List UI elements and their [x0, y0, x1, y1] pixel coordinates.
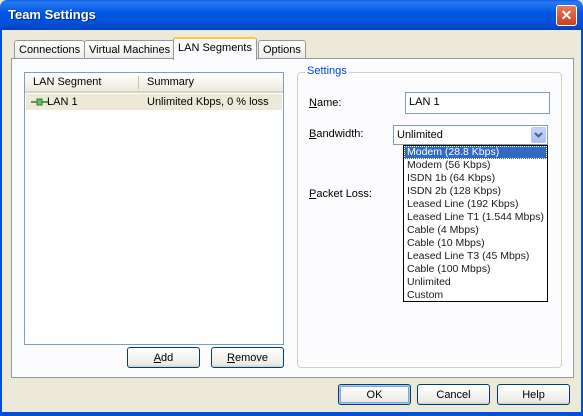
- title-bar[interactable]: Team Settings ✕: [0, 0, 583, 30]
- list-item[interactable]: LAN 1 Unlimited Kbps, 0 % loss: [26, 94, 282, 110]
- name-label: Name:: [309, 97, 341, 109]
- packet-loss-label: Packet Loss:: [309, 188, 372, 200]
- bandwidth-option[interactable]: Cable (100 Mbps): [404, 263, 547, 276]
- tab-label: Options: [263, 44, 301, 56]
- chevron-down-icon: [534, 132, 543, 138]
- lan-segment-name: LAN 1: [47, 96, 78, 108]
- window-title: Team Settings: [8, 7, 96, 22]
- bandwidth-option[interactable]: Unlimited: [404, 276, 547, 289]
- list-header: LAN Segment Summary: [25, 73, 283, 93]
- tab-label: Connections: [19, 44, 81, 56]
- close-button[interactable]: ✕: [556, 5, 577, 26]
- remove-button[interactable]: Remove: [211, 347, 284, 368]
- tab-options[interactable]: Options: [258, 40, 306, 59]
- bandwidth-option[interactable]: Custom: [404, 289, 547, 302]
- close-icon: ✕: [560, 7, 573, 23]
- ok-button[interactable]: OK: [338, 384, 411, 405]
- bandwidth-option[interactable]: Modem (28.8 Kbps): [404, 146, 547, 159]
- access-key: R: [227, 352, 235, 364]
- cancel-button[interactable]: Cancel: [417, 384, 490, 405]
- bandwidth-option[interactable]: Cable (10 Mbps): [404, 237, 547, 250]
- tab-connections[interactable]: Connections: [14, 40, 86, 59]
- bandwidth-label: Bandwidth:: [309, 128, 363, 140]
- bandwidth-select-value: Unlimited: [397, 129, 443, 141]
- bandwidth-select[interactable]: Unlimited: [393, 125, 548, 145]
- dropdown-button[interactable]: [531, 127, 546, 143]
- access-key: A: [153, 352, 162, 364]
- button-label: emove: [234, 352, 268, 364]
- bandwidth-option[interactable]: ISDN 2b (128 Kbps): [404, 185, 547, 198]
- tab-label: Virtual Machines: [89, 44, 171, 56]
- bandwidth-dropdown-list[interactable]: Modem (28.8 Kbps) Modem (56 Kbps) ISDN 1…: [403, 145, 548, 302]
- button-label: Help: [522, 389, 545, 401]
- button-label: OK: [366, 389, 383, 401]
- bandwidth-option[interactable]: Leased Line T1 (1.544 Mbps): [404, 211, 547, 224]
- label-text: acket Loss:: [316, 188, 372, 200]
- label-text: ame:: [316, 97, 342, 109]
- bandwidth-option[interactable]: Leased Line (192 Kbps): [404, 198, 547, 211]
- button-label: Cancel: [436, 389, 471, 401]
- tab-label: LAN Segments: [178, 42, 252, 54]
- bandwidth-option[interactable]: Modem (56 Kbps): [404, 159, 547, 172]
- button-label: dd: [161, 352, 174, 364]
- column-header-lan-segment[interactable]: LAN Segment: [33, 76, 101, 88]
- bandwidth-option[interactable]: Leased Line T3 (45 Mbps): [404, 250, 547, 263]
- lan-segment-summary: Unlimited Kbps, 0 % loss: [147, 96, 269, 108]
- bandwidth-option[interactable]: ISDN 1b (64 Kbps): [404, 172, 547, 185]
- access-key: N: [309, 97, 317, 109]
- tab-lan-segments[interactable]: LAN Segments: [173, 37, 257, 60]
- name-field[interactable]: LAN 1: [405, 92, 550, 114]
- add-button[interactable]: Add: [127, 347, 200, 368]
- tab-virtual-machines[interactable]: Virtual Machines: [84, 40, 176, 59]
- label-text: andwidth:: [316, 128, 364, 140]
- name-field-value: LAN 1: [409, 96, 440, 108]
- network-link-icon: [31, 98, 48, 106]
- bandwidth-option[interactable]: Cable (4 Mbps): [404, 224, 547, 237]
- lan-segment-list[interactable]: LAN Segment Summary LAN 1 Unlimited Kbps…: [24, 72, 284, 345]
- column-divider[interactable]: [138, 76, 139, 89]
- column-header-summary[interactable]: Summary: [147, 76, 194, 88]
- help-button[interactable]: Help: [497, 384, 570, 405]
- settings-group-label: Settings: [305, 65, 349, 77]
